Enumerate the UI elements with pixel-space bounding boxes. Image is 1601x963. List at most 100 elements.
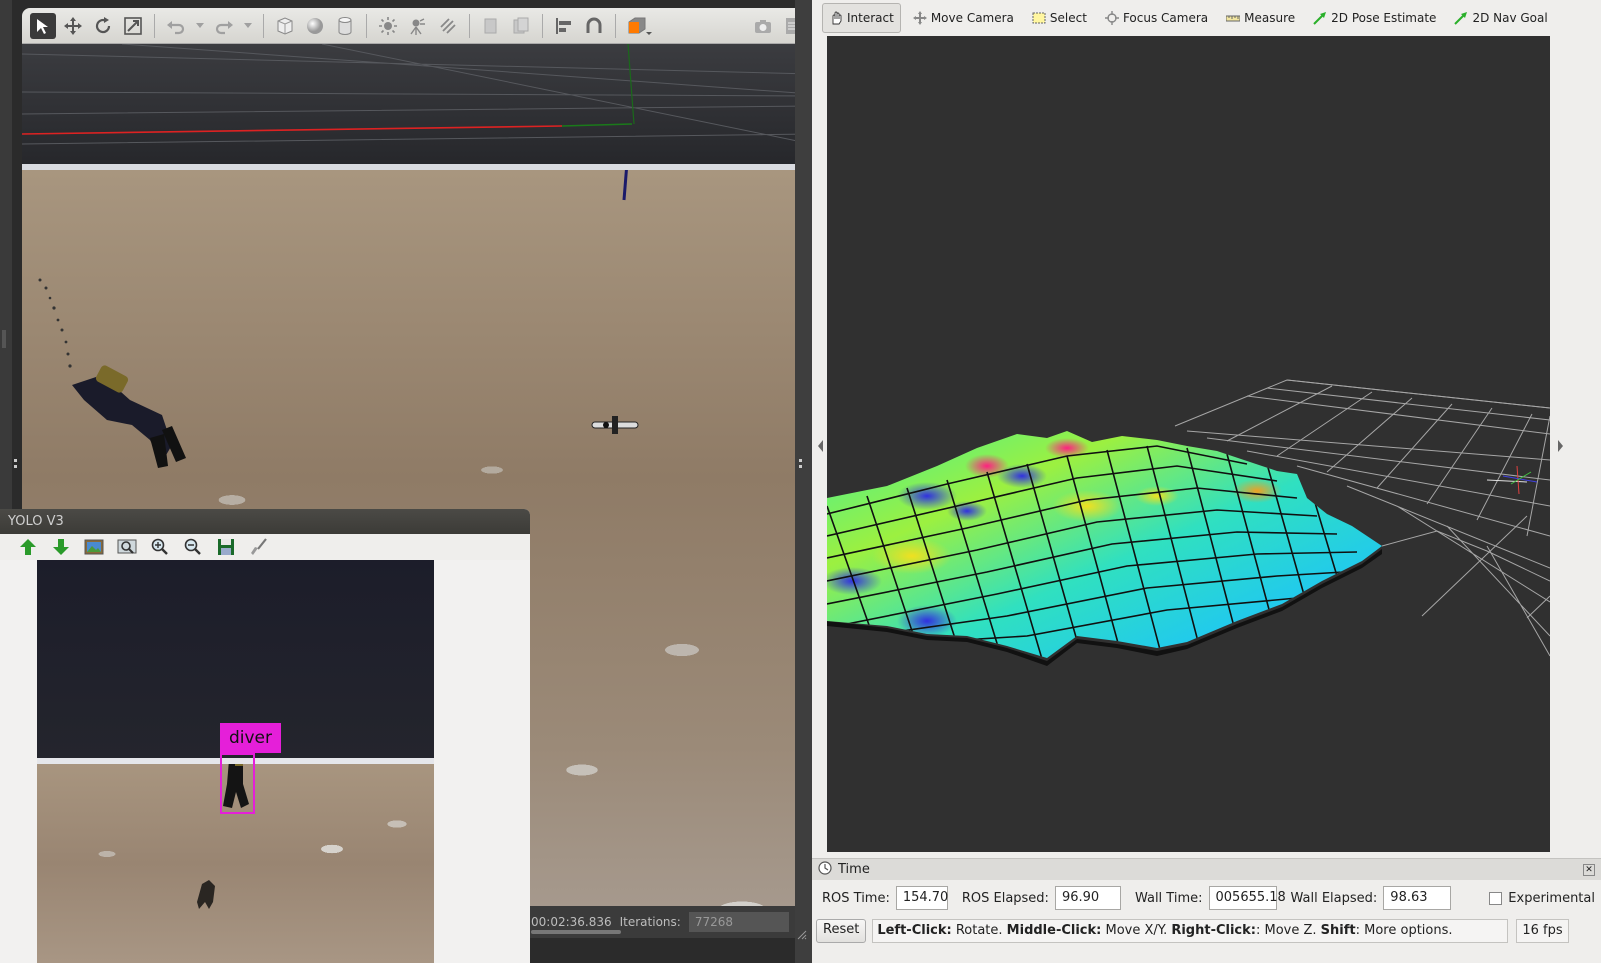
left-panel-handle[interactable] [2, 330, 6, 348]
left-splitter-grip[interactable] [14, 459, 17, 468]
view-angle-icon[interactable] [624, 13, 656, 39]
yolo-window: YOLO V3 diver [0, 509, 530, 963]
zoom-fit-icon[interactable] [115, 536, 139, 558]
hint-action: : More options. [1355, 923, 1453, 938]
image-icon[interactable] [82, 536, 106, 558]
save-icon[interactable] [214, 536, 238, 558]
snap-icon[interactable] [581, 13, 607, 39]
hint-key: Left-Click: [877, 923, 952, 938]
rviz-right-dock-edge[interactable] [1552, 36, 1601, 852]
pose-arrow-icon [1313, 11, 1327, 25]
copy-icon[interactable] [478, 13, 504, 39]
cylinder-shape-icon[interactable] [332, 13, 358, 39]
spot-light-icon[interactable] [405, 13, 431, 39]
time-fields-row: ROS Time: 154.70 ROS Elapsed: 96.90 Wall… [812, 880, 1601, 916]
ros-elapsed-field[interactable]: 96.90 [1054, 886, 1121, 910]
zoom-in-icon[interactable] [148, 536, 172, 558]
toolbar-separator [263, 13, 264, 38]
redo-icon[interactable] [211, 13, 237, 39]
translate-icon[interactable] [60, 13, 86, 39]
rviz-status-bar: Reset Left-Click: Rotate. Middle-Click: … [812, 916, 1601, 946]
hint-key: Right-Click: [1171, 923, 1256, 938]
time-panel-header: Time ✕ [812, 858, 1601, 880]
tool-interact[interactable]: Interact [822, 3, 901, 33]
tool-select[interactable]: Select [1026, 3, 1093, 33]
undo-dropdown-icon[interactable] [193, 13, 207, 39]
up-arrow-icon[interactable] [16, 536, 40, 558]
box-shape-icon[interactable] [272, 13, 298, 39]
yolo-title-bar[interactable]: YOLO V3 [0, 509, 530, 534]
experimental-label: Experimental [1508, 890, 1595, 906]
move-camera-icon [912, 11, 927, 25]
directional-light-icon[interactable] [435, 13, 461, 39]
rviz-left-dock-edge[interactable] [812, 36, 827, 852]
close-icon[interactable]: ✕ [1583, 863, 1595, 876]
splitter-grip[interactable] [799, 459, 802, 468]
redo-dropdown-icon[interactable] [241, 13, 255, 39]
tool-label: Measure [1244, 11, 1296, 25]
toolbar-separator [366, 13, 367, 38]
select-arrow-icon[interactable] [30, 12, 56, 39]
clock-icon [818, 860, 832, 879]
focus-camera-icon [1104, 11, 1119, 25]
hint-action: : Move Z. [1255, 923, 1321, 938]
tool-focus-camera[interactable]: Focus Camera [1099, 3, 1214, 33]
hint-key: Middle-Click: [1006, 923, 1102, 938]
yolo-camera-image: diver [37, 560, 434, 963]
wall-elapsed-field[interactable]: 98.63 [1383, 886, 1452, 910]
reset-button[interactable]: Reset [816, 919, 867, 943]
gazebo-rviz-splitter[interactable] [795, 0, 812, 963]
rviz-3d-view[interactable] [827, 36, 1550, 852]
experimental-checkbox[interactable] [1489, 891, 1503, 905]
rviz-scene [827, 379, 1550, 666]
ros-elapsed-label: ROS Elapsed: [961, 890, 1049, 906]
tool-measure[interactable]: Measure [1220, 3, 1301, 33]
rotate-icon[interactable] [90, 13, 116, 39]
point-light-icon[interactable] [375, 13, 401, 39]
scale-icon[interactable] [120, 13, 146, 39]
toolbar-separator [154, 13, 155, 38]
hint-action: Rotate. [951, 923, 1007, 938]
rviz-toolbar: Interact Move Camera Select Focus Camera [812, 0, 1601, 36]
brush-icon[interactable] [247, 536, 271, 558]
diver-model [72, 365, 186, 468]
bubble-trail [38, 278, 72, 368]
tool-label: 2D Pose Estimate [1331, 11, 1437, 25]
status-scrollbar[interactable] [531, 930, 621, 934]
mouse-hint-text: Left-Click: Rotate. Middle-Click: Move X… [872, 919, 1509, 943]
wall-time-field[interactable]: 005655.18 [1208, 886, 1286, 910]
tool-label: Interact [847, 11, 894, 25]
resize-grip-icon[interactable] [795, 928, 807, 940]
ruler-icon [1226, 11, 1241, 25]
iterations-label: Iterations: [619, 915, 681, 929]
fps-readout: 16 fps [1516, 919, 1569, 943]
collapse-right-icon[interactable] [1554, 436, 1566, 456]
zoom-out-icon[interactable] [181, 536, 205, 558]
nav-goal-icon [1454, 11, 1468, 25]
tool-2d-pose-estimate[interactable]: 2D Pose Estimate [1307, 3, 1442, 33]
yolo-left-margin [0, 560, 37, 963]
tool-2d-nav-goal[interactable]: 2D Nav Goal [1448, 3, 1553, 33]
hint-action: Move X/Y. [1101, 923, 1172, 938]
gazebo-grid-lines [22, 43, 812, 145]
ros-time-field[interactable]: 154.70 [895, 886, 948, 910]
yolo-title: YOLO V3 [8, 514, 64, 529]
wall-elapsed-label: Wall Elapsed: [1290, 890, 1378, 906]
robot-tf-marker [1486, 465, 1538, 495]
detection-label: diver [220, 723, 281, 753]
align-icon[interactable] [551, 13, 577, 39]
undo-icon[interactable] [163, 13, 189, 39]
hand-icon [829, 11, 843, 25]
toolbar-separator [542, 13, 543, 38]
sphere-shape-icon[interactable] [302, 13, 328, 39]
yolo-toolbar [0, 534, 530, 560]
elevation-map [827, 431, 1382, 658]
paste-icon[interactable] [508, 13, 534, 39]
sim-time: 00:02:36.836 [531, 915, 612, 929]
tool-move-camera[interactable]: Move Camera [907, 3, 1020, 33]
gazebo-status-bar: 00:02:36.836 Iterations: 77268 [527, 906, 812, 938]
select-rect-icon [1032, 11, 1046, 25]
screenshot-icon[interactable] [750, 13, 776, 39]
down-arrow-icon[interactable] [49, 536, 73, 558]
detection-bounding-box [220, 753, 255, 814]
